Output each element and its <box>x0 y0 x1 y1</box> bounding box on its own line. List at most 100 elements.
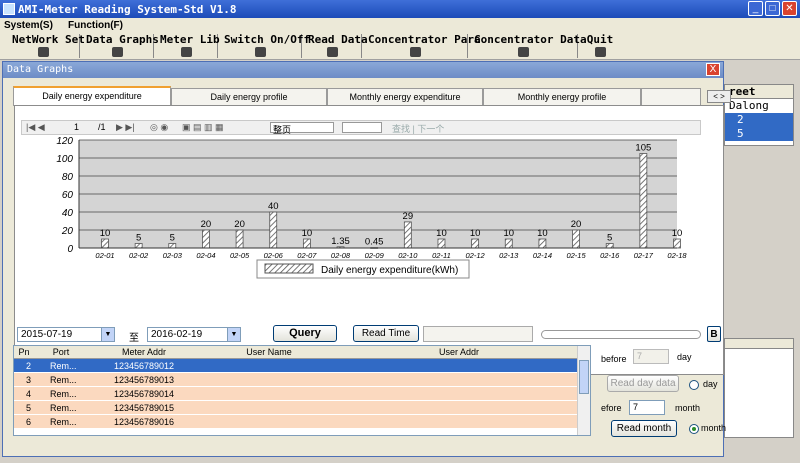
background-grid-lower <box>724 338 794 438</box>
maximize-button[interactable]: □ <box>765 1 780 16</box>
table-row[interactable]: 2 Rem... 123456789012 <box>14 359 590 373</box>
tab-more[interactable] <box>641 88 701 105</box>
toolbar-concentrator-data[interactable]: Concentrator Data <box>470 34 587 58</box>
toolbar-data-graphs[interactable]: Data Graphs <box>82 34 159 58</box>
column-header[interactable]: User Name <box>204 347 334 357</box>
cell-pn: 3 <box>26 375 32 385</box>
page-count: /1 <box>98 122 106 132</box>
close-button[interactable]: ✕ <box>782 1 797 16</box>
day-count-select[interactable]: 7 <box>633 349 669 364</box>
bar <box>302 238 311 249</box>
y-tick-label: 100 <box>56 154 73 165</box>
column-header[interactable]: Port <box>44 347 78 357</box>
meter-table: Pn Port Meter Addr User Name User Addr 2… <box>13 345 591 436</box>
stop-icon[interactable]: ◎ ◉ <box>150 122 168 133</box>
month-label: month <box>675 403 701 413</box>
bar <box>269 211 278 249</box>
value-label: 10 <box>436 228 447 239</box>
minimize-button[interactable]: _ <box>748 1 763 16</box>
value-label: 40 <box>268 201 279 212</box>
find-label[interactable]: 查找 | 下一个 <box>392 122 444 135</box>
toolbar-quit[interactable]: Quit <box>582 34 618 58</box>
scrollbar-thumb[interactable] <box>579 360 589 394</box>
table-header: Pn Port Meter Addr User Name User Addr <box>14 346 590 359</box>
x-tick-label: 02-09 <box>365 251 385 260</box>
progress-bar <box>541 330 701 339</box>
query-button[interactable]: Query <box>273 325 337 342</box>
y-tick-label: 80 <box>62 172 74 183</box>
background-grid-row[interactable]: Dalong <box>725 99 793 113</box>
menu-system[interactable]: System(S) <box>4 20 53 31</box>
x-tick-label: 02-04 <box>196 251 215 260</box>
page-number[interactable]: 1 <box>74 122 79 132</box>
bar <box>538 238 547 249</box>
y-tick-label: 60 <box>62 190 74 201</box>
x-tick-label: 02-14 <box>533 251 552 260</box>
toolbar-network-set[interactable]: NetWork Set <box>8 34 85 58</box>
day-radio[interactable] <box>689 380 699 390</box>
tab-monthly-energy-expenditure[interactable]: Monthly energy expenditure <box>327 88 483 105</box>
menu-function[interactable]: Function(F) <box>68 20 123 31</box>
bar <box>504 238 513 249</box>
background-grid-row[interactable]: 2 <box>725 113 793 127</box>
day-radio-label: day <box>703 379 718 389</box>
table-row[interactable]: 6 Rem... 123456789016 <box>14 415 590 429</box>
next-page-icon[interactable]: ▶ ▶| <box>116 122 135 133</box>
tab-daily-energy-expenditure[interactable]: Daily energy expenditure <box>13 86 171 106</box>
dialog-close-button[interactable]: X <box>706 63 720 76</box>
first-page-icon[interactable]: |◀ ◀ <box>26 122 45 133</box>
table-row[interactable]: 5 Rem... 123456789015 <box>14 401 590 415</box>
bar <box>639 153 648 249</box>
x-tick-label: 02-13 <box>499 251 519 260</box>
value-label: 105 <box>635 143 651 154</box>
month-radio-label: month <box>701 423 727 433</box>
column-header[interactable]: Pn <box>14 347 34 357</box>
value-label: 5 <box>170 233 175 244</box>
database-icon <box>518 47 529 57</box>
y-tick-label: 0 <box>67 244 73 255</box>
chevron-down-icon[interactable]: ▼ <box>101 328 114 341</box>
bar <box>403 221 412 249</box>
start-date-picker[interactable]: 2015-07-19 ▼ <box>17 327 115 342</box>
toolbar-read-data[interactable]: Read Data <box>304 34 368 58</box>
read-day-data-button[interactable]: Read day data <box>607 375 679 392</box>
meter-icon <box>181 47 192 57</box>
toolbar-meter-lib[interactable]: Meter Lib <box>156 34 220 58</box>
tab-scroll-arrows[interactable]: < > <box>707 90 731 103</box>
month-count-select[interactable]: 7 <box>629 400 665 415</box>
day-count-value: 7 <box>637 351 643 361</box>
x-tick-label: 02-17 <box>634 251 654 260</box>
column-header[interactable]: User Addr <box>334 347 584 357</box>
x-tick-label: 02-12 <box>466 251 486 260</box>
x-tick-label: 02-07 <box>297 251 317 260</box>
table-scrollbar[interactable] <box>577 346 590 435</box>
value-label: 10 <box>100 228 111 239</box>
toolbar-switch-onoff[interactable]: Switch On/Off <box>220 34 310 58</box>
y-tick-label: 20 <box>61 226 74 237</box>
find-input[interactable] <box>342 122 382 133</box>
value-label: 29 <box>403 211 414 222</box>
end-date-picker[interactable]: 2016-02-19 ▼ <box>147 327 241 342</box>
read-time-button[interactable]: Read Time <box>353 325 419 342</box>
background-grid-row[interactable]: 5 <box>725 127 793 141</box>
x-tick-label: 02-18 <box>667 251 687 260</box>
toolbar-concentrator-para[interactable]: Concentrator Para <box>364 34 481 58</box>
month-count-value: 7 <box>633 402 639 412</box>
bar <box>673 238 681 249</box>
tab-monthly-energy-profile[interactable]: Monthly energy profile <box>483 88 641 105</box>
print-icon[interactable]: ▣ ▤ ▥ ▦ <box>182 122 224 133</box>
read-time-field <box>423 326 533 342</box>
tab-daily-energy-profile[interactable]: Daily energy profile <box>171 88 327 105</box>
table-row[interactable]: 3 Rem... 123456789013 <box>14 373 590 387</box>
read-icon <box>327 47 338 57</box>
month-radio[interactable] <box>689 424 699 434</box>
day-label: day <box>677 352 692 362</box>
b-button[interactable]: B <box>707 326 721 342</box>
table-row[interactable]: 4 Rem... 123456789014 <box>14 387 590 401</box>
chevron-down-icon[interactable]: ▼ <box>227 328 240 341</box>
fefore-label: efore <box>601 403 622 413</box>
read-month-button[interactable]: Read month <box>611 420 677 437</box>
zoom-select[interactable]: 整页 <box>270 122 334 135</box>
column-header[interactable]: Meter Addr <box>84 347 204 357</box>
zoom-value: 整页 <box>273 125 292 135</box>
